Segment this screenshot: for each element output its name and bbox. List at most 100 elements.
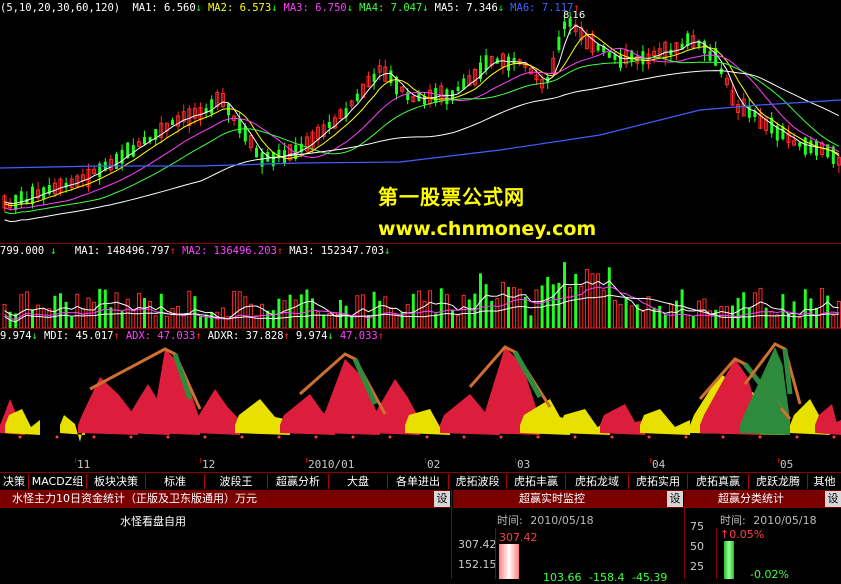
bar-value: 307.42: [499, 531, 538, 544]
divider: [451, 490, 452, 579]
ma-legend-item-4: MA5: 7.346↓: [434, 2, 505, 14]
baseline-marker: [758, 435, 762, 439]
candle-body: [484, 55, 488, 71]
candle-body: [815, 140, 818, 156]
time-axis: 11 12 2010/01 02 03 04 05: [0, 458, 841, 472]
axis-label: 2010/01: [308, 458, 355, 471]
volume-bar: [164, 315, 169, 328]
indicator-panel[interactable]: 9.974↓ MDI: 45.017↑ ADX: 47.033↑ ADXR: 37.8…: [0, 329, 841, 458]
y-tick: 25: [690, 560, 704, 573]
volume-bar: [344, 305, 348, 328]
tab-jue-ce[interactable]: 决策: [0, 474, 29, 489]
volume-bar: [685, 314, 690, 328]
tab-other[interactable]: 其他: [808, 474, 841, 489]
candle-body: [596, 44, 600, 51]
volume-bar: [563, 262, 566, 328]
tab-chaoying-analysis[interactable]: 超赢分析: [268, 474, 329, 489]
category-stats-title: 超赢分类统计: [718, 492, 784, 505]
volume-bar: [411, 293, 415, 328]
dmi-band: [640, 409, 690, 435]
y-tick: 307.42: [458, 538, 497, 551]
time-value: 2010/05/18: [530, 514, 594, 527]
ma-legend-item-1: MA2: 6.573↓: [207, 2, 278, 14]
indicator-legend-item-4: 9.974↓: [295, 330, 334, 342]
realtime-monitor-titlebar: 超赢实时监控 设: [453, 490, 683, 508]
tab-hutuo-practical[interactable]: 虎拓实用: [629, 474, 688, 489]
indicator-legend-item-3: ADXR: 37.828↑: [207, 330, 290, 342]
volume-bar: [98, 288, 102, 328]
tab-hutuo-longyu[interactable]: 虎拓龙域: [566, 474, 629, 489]
volume-bar: [691, 315, 695, 328]
watermark-title: 第一股票公式网: [378, 185, 525, 209]
volume-bar: [388, 307, 393, 328]
axis-label: 12: [202, 458, 216, 471]
ma-legend-item-0: MA1: 6.560↓: [132, 2, 202, 14]
volume-bar: [618, 304, 623, 328]
volume-bar: [758, 287, 763, 328]
volume-ma-legend: 799.000 ↓ MA1: 148496.797↑ MA2: 136496.203…: [0, 244, 402, 258]
volume-bar: [2, 304, 7, 328]
tab-block-decision[interactable]: 板块决策: [87, 474, 146, 489]
fund-stats-body: 水怪看盘自用: [0, 508, 450, 579]
volume-bar: [612, 299, 617, 328]
vol-ma-legend-item-2: MA3: 152347.703↓: [289, 245, 391, 257]
volume-bar: [193, 296, 197, 328]
fund-stats-text: 水怪看盘自用: [120, 515, 186, 528]
realtime-monitor-body: 时间: 2010/05/18 307.42 152.15 307.42 103.…: [453, 508, 683, 584]
baseline-marker: [314, 435, 318, 439]
baseline-marker: [499, 435, 503, 439]
tab-standard[interactable]: 标准: [146, 474, 205, 489]
volume-bar: [836, 301, 841, 328]
baseline-marker: [240, 435, 244, 439]
volume-bar: [204, 314, 208, 328]
candle-body: [355, 93, 359, 102]
price-ma-legend: (5,10,20,30,60,120) MA1: 6.560↓ MA2: 6.57…: [0, 1, 592, 15]
candle-body: [462, 78, 466, 90]
settings-button[interactable]: 设: [434, 491, 450, 507]
candle-body: [613, 54, 617, 60]
tab-market[interactable]: 大盘: [329, 474, 388, 489]
y-tick: 152.15: [458, 558, 497, 571]
tab-hutuo-zhenying[interactable]: 虎拓真赢: [688, 474, 749, 489]
volume-arrow: ↓: [50, 245, 57, 257]
volume-bar: [383, 296, 388, 328]
time-label: 时间:: [720, 514, 746, 527]
settings-button[interactable]: 设: [667, 491, 683, 507]
tab-hutuo-wave[interactable]: 虎拓波段: [449, 474, 507, 489]
volume-bar: [75, 293, 80, 328]
volume-bar: [658, 305, 662, 328]
volume-bar: [736, 297, 740, 328]
category-bar: [724, 541, 734, 579]
volume-bar: [546, 276, 550, 328]
volume-bar: [136, 292, 141, 328]
negative-label: -0.02%: [750, 568, 789, 581]
volume-bar: [148, 301, 153, 328]
tab-huyue-longteng[interactable]: 虎跃龙腾: [749, 474, 808, 489]
volume-bar: [640, 310, 645, 328]
time-value: 2010/05/18: [753, 514, 817, 527]
time-label: 时间:: [497, 514, 523, 527]
tab-macdz[interactable]: MACDZ组合: [29, 474, 87, 503]
volume-bar: [646, 296, 651, 328]
volume-bar: [350, 317, 354, 328]
tab-hutuo-fengying[interactable]: 虎拓丰赢: [507, 474, 566, 489]
category-stats-body: 时间: 2010/05/18 75 50 25 ↑0.05% -0.02%: [686, 508, 841, 581]
volume-bar: [534, 289, 539, 328]
ma-legend-item-2: MA3: 6.750↓: [283, 2, 354, 14]
volume-bar: [131, 309, 136, 328]
volume-bar: [47, 308, 52, 328]
vol-ma-items: MA1: 148496.797↑ MA2: 136496.203↑ MA3: 152…: [75, 245, 396, 257]
volume-bar: [299, 294, 303, 328]
volume-panel[interactable]: 799.000 ↓ MA1: 148496.797↑ MA2: 136496.203…: [0, 244, 841, 328]
settings-button[interactable]: 设: [825, 491, 841, 507]
candle-body: [19, 191, 23, 205]
candle-body: [434, 88, 438, 103]
indicator-legend-item-0: 9.974↓: [0, 330, 38, 342]
baseline-marker: [166, 435, 170, 439]
ma1-line: [4, 24, 840, 205]
volume-bar: [529, 315, 533, 328]
tab-wave-king[interactable]: 波段王: [205, 474, 268, 489]
volume-bar: [764, 307, 768, 328]
volume-bar: [803, 289, 807, 328]
tab-order-flow[interactable]: 各单进出: [388, 474, 449, 489]
